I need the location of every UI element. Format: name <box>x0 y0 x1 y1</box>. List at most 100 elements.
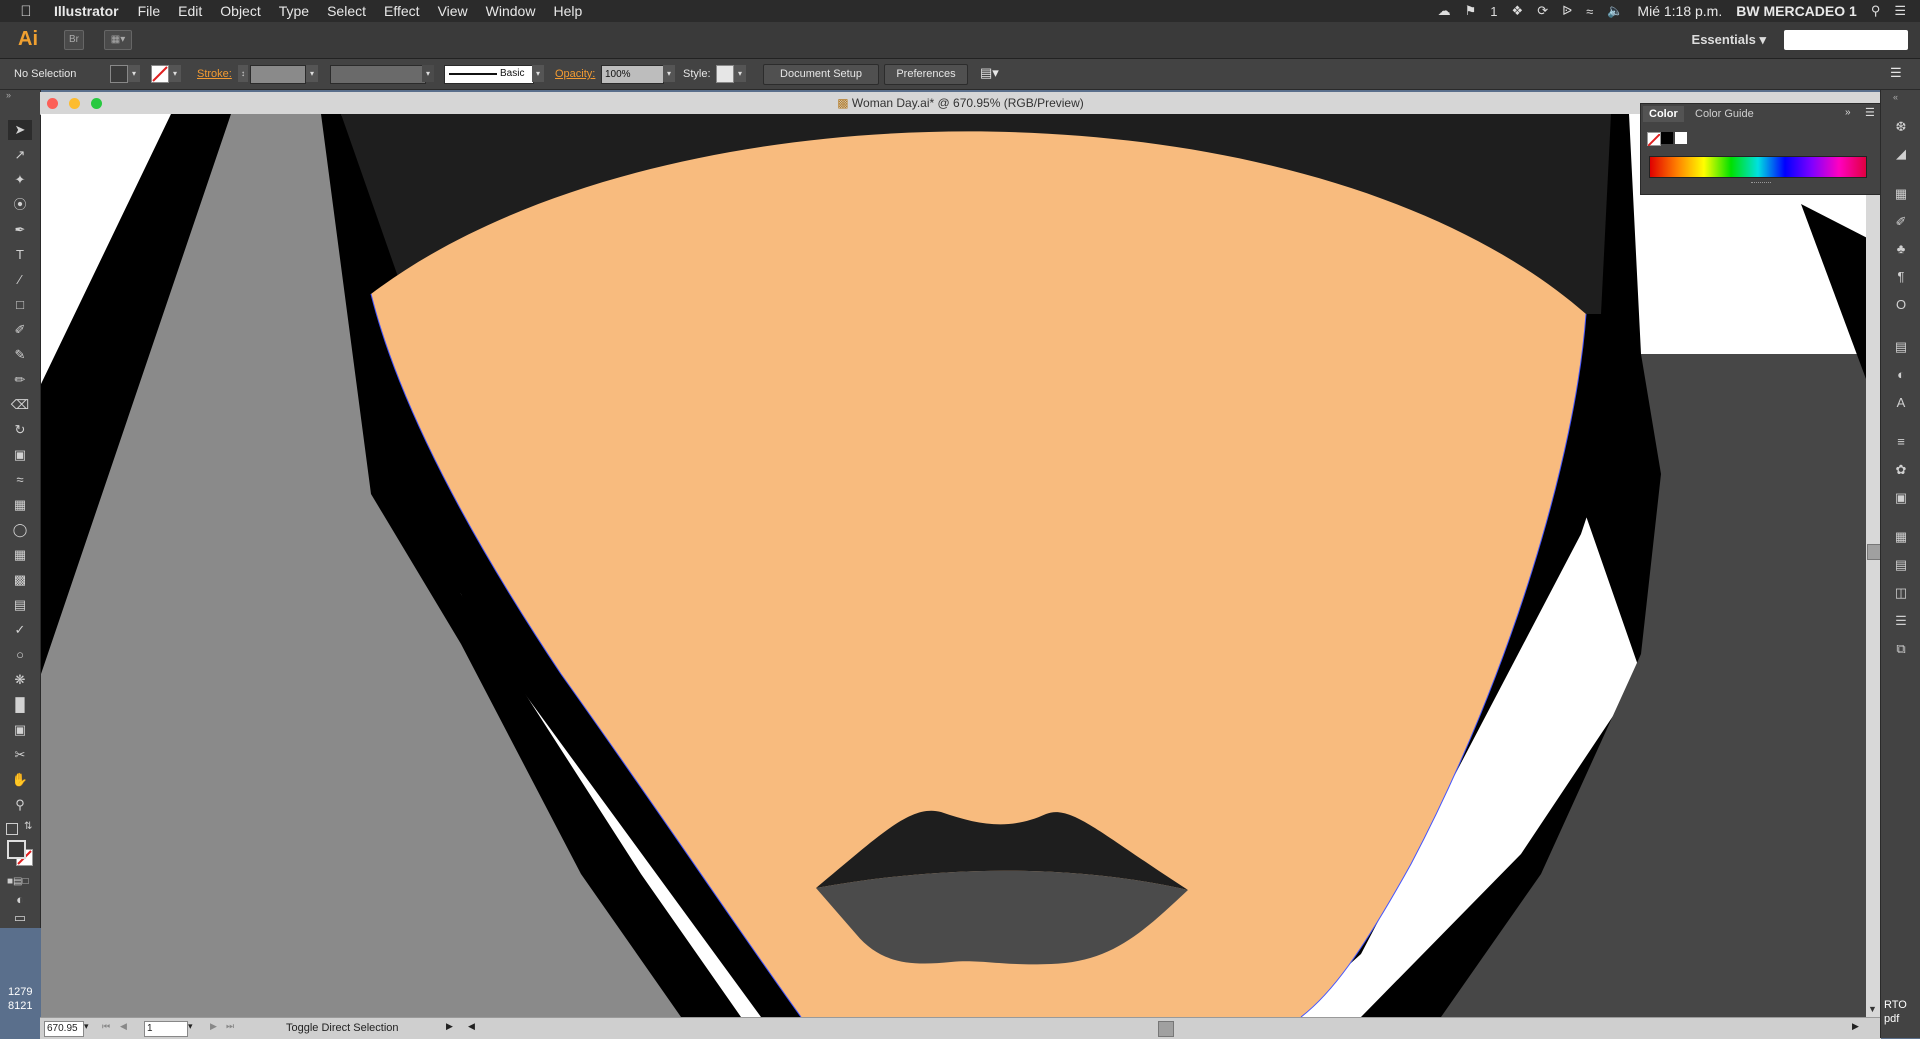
menu-type[interactable]: Type <box>270 3 318 19</box>
free-transform-tool-icon[interactable]: ▦ <box>8 495 32 515</box>
user-name[interactable]: BW MERCADEO 1 <box>1736 3 1857 19</box>
wifi-icon[interactable]: ≈ <box>1586 4 1593 19</box>
menu-effect[interactable]: Effect <box>375 3 429 19</box>
spotlight-search-icon[interactable]: ⚲ <box>1871 3 1881 19</box>
symbols-icon[interactable]: ♣ <box>1891 240 1911 258</box>
arrange-documents-button[interactable]: ▦▾ <box>104 30 132 50</box>
layers-icon[interactable]: ☰ <box>1891 612 1911 630</box>
gradient-tool-icon[interactable]: ▤ <box>8 595 32 615</box>
brushes-icon[interactable]: ✐ <box>1891 213 1911 231</box>
pen-tool-icon[interactable]: ✒ <box>8 220 32 240</box>
vertical-scrollbar[interactable]: ▼ <box>1866 114 1881 1017</box>
pathfinder-icon[interactable]: ◫ <box>1891 584 1911 602</box>
color-guide-icon[interactable]: ◢ <box>1891 145 1911 163</box>
collapse-toolbar-icon[interactable]: » <box>6 90 11 100</box>
document-setup-button[interactable]: Document Setup <box>763 64 879 85</box>
default-colors-icon[interactable] <box>6 823 18 835</box>
vertical-scrollbar-thumb[interactable] <box>1867 544 1881 560</box>
app-menu[interactable]: Illustrator <box>52 3 129 19</box>
none-color-swatch[interactable] <box>1647 132 1661 147</box>
artboard-number-field[interactable]: 1 <box>144 1021 188 1037</box>
artboard-dropdown-icon[interactable]: ▾ <box>188 1021 193 1032</box>
artboards-icon[interactable]: ⧉ <box>1891 640 1911 658</box>
workspace-switcher[interactable]: Essentials ▾ <box>1692 32 1766 48</box>
rectangle-tool-icon[interactable]: □ <box>8 295 32 315</box>
arrange-icon[interactable]: ▤▾ <box>980 65 999 81</box>
selection-tool-icon[interactable]: ➤ <box>8 120 32 140</box>
direct-selection-tool-icon[interactable]: ↗ <box>8 145 32 165</box>
fill-swatch[interactable] <box>110 65 128 83</box>
opacity-label[interactable]: Opacity: <box>555 68 595 80</box>
previous-artboard-icon[interactable]: ◀ <box>120 1021 127 1032</box>
stroke-weight-dropdown-icon[interactable]: ▾ <box>306 65 318 82</box>
white-color-swatch[interactable] <box>1675 132 1687 144</box>
stroke-dropdown-icon[interactable]: ▾ <box>169 65 181 82</box>
clock[interactable]: Mié 1:18 p.m. <box>1637 3 1722 19</box>
type-tool-icon[interactable]: T <box>8 245 32 265</box>
transparency-icon[interactable]: ◐ <box>1891 366 1911 384</box>
brush-dropdown-icon[interactable]: ▾ <box>532 65 544 82</box>
zoom-level-field[interactable]: 670.95 <box>44 1021 84 1037</box>
collapse-panel-icon[interactable]: » <box>1845 107 1851 118</box>
menu-file[interactable]: File <box>129 3 170 19</box>
fill-color-swatch[interactable] <box>7 840 26 859</box>
lasso-tool-icon[interactable]: ⦿ <box>8 195 32 215</box>
volume-icon[interactable]: 🔈 <box>1607 3 1623 19</box>
black-color-swatch[interactable] <box>1661 132 1673 144</box>
swatches-icon[interactable]: ▦ <box>1891 185 1911 203</box>
blob-brush-tool-icon[interactable]: ✏ <box>8 370 32 390</box>
apple-icon[interactable]:  <box>0 3 52 20</box>
panel-menu-icon[interactable]: ☰ <box>1865 106 1875 119</box>
tab-color[interactable]: Color <box>1643 106 1684 122</box>
line-tool-icon[interactable]: ∕ <box>8 270 32 290</box>
eraser-tool-icon[interactable]: ⌫ <box>8 395 32 415</box>
menu-select[interactable]: Select <box>318 3 375 19</box>
zoom-dropdown-icon[interactable]: ▾ <box>84 1021 89 1032</box>
rotate-tool-icon[interactable]: ↻ <box>8 420 32 440</box>
appearance-icon[interactable]: ✿ <box>1891 461 1911 479</box>
warp-tool-icon[interactable]: ≈ <box>8 470 32 490</box>
opacity-dropdown-icon[interactable]: ▾ <box>663 65 675 82</box>
style-dropdown-icon[interactable]: ▾ <box>734 65 746 82</box>
eyedropper-tool-icon[interactable]: ✓ <box>8 620 32 640</box>
notification-icon[interactable]: ⚑ <box>1465 3 1477 19</box>
column-graph-tool-icon[interactable]: █ <box>8 695 32 715</box>
color-spectrum-bar[interactable] <box>1649 156 1867 178</box>
menu-help[interactable]: Help <box>544 3 591 19</box>
character-icon[interactable]: A <box>1891 394 1911 412</box>
pencil-tool-icon[interactable]: ✎ <box>8 345 32 365</box>
graphic-style-swatch[interactable] <box>716 65 734 83</box>
brush-definition-field[interactable]: Basic <box>444 65 534 84</box>
opentype-icon[interactable]: O <box>1891 296 1911 314</box>
expand-dock-icon[interactable]: « <box>1893 92 1898 102</box>
color-mode-buttons[interactable]: ■▤□ <box>7 876 29 887</box>
gradient-icon[interactable]: ▤ <box>1891 338 1911 356</box>
blend-tool-icon[interactable]: ○ <box>8 645 32 665</box>
drawing-mode-icon[interactable]: ◐ <box>8 890 32 910</box>
control-panel-menu-icon[interactable]: ☰ <box>1890 65 1902 81</box>
menu-window[interactable]: Window <box>477 3 545 19</box>
cloud-sync-icon[interactable]: ☁ <box>1438 3 1451 19</box>
opacity-field[interactable]: 100% <box>601 65 664 84</box>
artboard-canvas[interactable] <box>41 114 1879 1017</box>
panel-resize-handle[interactable] <box>1751 182 1771 185</box>
align-icon[interactable]: ▤ <box>1891 556 1911 574</box>
hand-tool-icon[interactable]: ✋ <box>8 770 32 790</box>
last-artboard-icon[interactable]: ⏭ <box>226 1021 234 1032</box>
color-panel-icon[interactable]: ❆ <box>1891 118 1911 136</box>
paintbrush-tool-icon[interactable]: ✐ <box>8 320 32 340</box>
shape-builder-tool-icon[interactable]: ◯ <box>8 520 32 540</box>
slice-tool-icon[interactable]: ✂ <box>8 745 32 765</box>
screen-mode-icon[interactable]: ▭ <box>8 908 32 928</box>
next-artboard-icon[interactable]: ▶ <box>210 1021 217 1032</box>
menu-edit[interactable]: Edit <box>169 3 211 19</box>
stroke-label[interactable]: Stroke: <box>197 68 232 80</box>
bluetooth-icon[interactable]: ᐉ <box>1562 3 1572 19</box>
dropbox-icon[interactable]: ❖ <box>1512 3 1524 19</box>
stroke-swatch-none[interactable] <box>151 65 169 83</box>
menu-object[interactable]: Object <box>211 3 269 19</box>
status-menu-icon[interactable]: ▶ <box>446 1021 453 1032</box>
paragraph-icon[interactable]: ¶ <box>1891 268 1911 286</box>
scroll-left-icon[interactable]: ◀ <box>468 1021 475 1032</box>
first-artboard-icon[interactable]: ⏮ <box>102 1021 110 1032</box>
